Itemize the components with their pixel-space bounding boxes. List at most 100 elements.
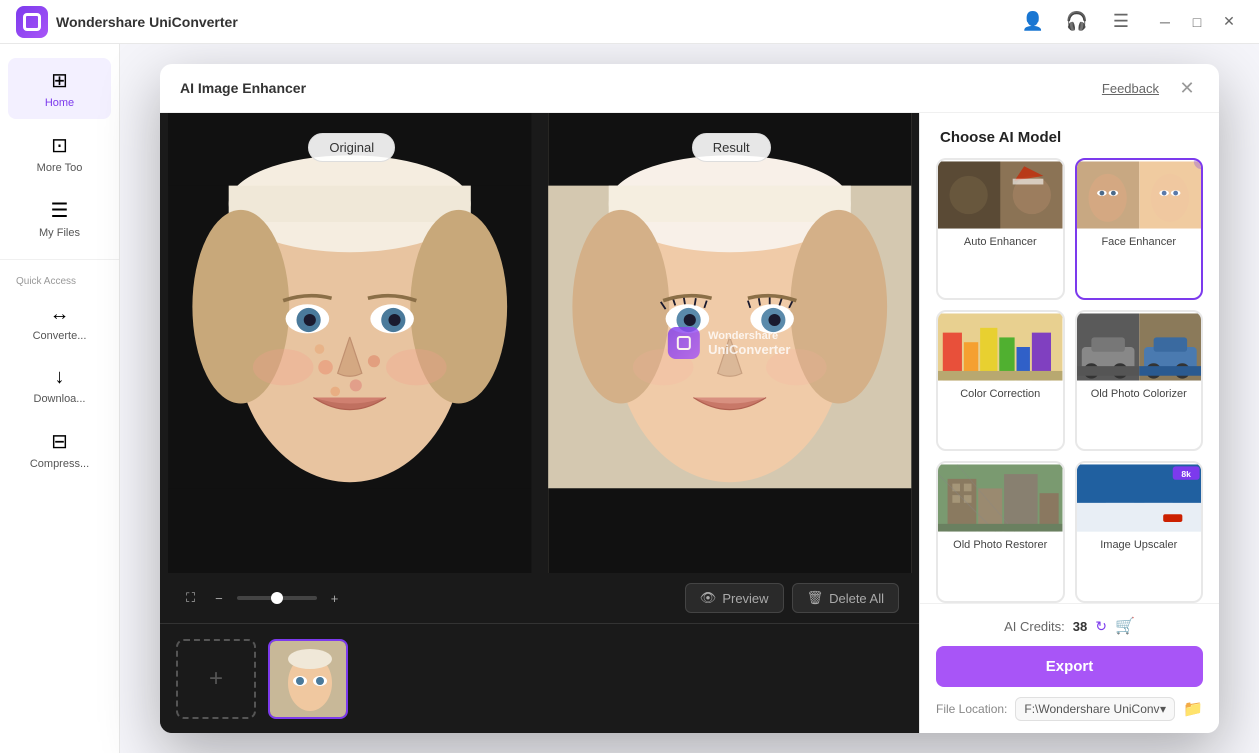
zoom-in-button[interactable]: + xyxy=(325,585,345,612)
modal-body: Original Result xyxy=(160,113,1219,733)
model-card-old-photo-colorizer[interactable]: Old Photo Colorizer xyxy=(1075,310,1204,452)
browse-folder-button[interactable]: 📁 xyxy=(1183,699,1203,719)
old-photo-colorizer-svg xyxy=(1077,312,1202,382)
image-upscaler-label: Image Upscaler xyxy=(1077,533,1202,557)
converter-icon: ↔ xyxy=(50,303,70,326)
feedback-link[interactable]: Feedback xyxy=(1102,81,1159,96)
delete-icon: 🗑 xyxy=(807,590,824,606)
face-enhancer-svg xyxy=(1077,160,1202,230)
add-image-button[interactable]: + xyxy=(176,639,256,719)
sidebar-item-home[interactable]: ⊞ Home xyxy=(8,58,111,119)
app-logo-icon xyxy=(23,13,41,31)
color-correction-thumb xyxy=(938,312,1063,382)
download-icon: ↓ xyxy=(55,366,65,389)
auto-enhancer-thumb xyxy=(938,160,1063,230)
svg-text:8k: 8k xyxy=(1181,469,1191,479)
old-photo-colorizer-label: Old Photo Colorizer xyxy=(1077,382,1202,406)
watermark-brand: Wondershare xyxy=(708,330,790,342)
model-card-old-photo-restorer[interactable]: Old Photo Restorer xyxy=(936,461,1065,603)
panel-footer: AI Credits: 38 ↻ 🛒 Export File Location:… xyxy=(920,603,1219,733)
sidebar-item-my-files[interactable]: ☰ My Files xyxy=(8,188,111,249)
delete-all-label: Delete All xyxy=(829,591,884,606)
original-label: Original xyxy=(308,133,395,162)
maximize-button[interactable]: □ xyxy=(1183,8,1211,36)
zoom-thumb xyxy=(271,592,283,604)
app-name: Wondershare UniConverter xyxy=(56,14,238,30)
thumbnail-face-svg xyxy=(270,641,348,719)
preview-label: Preview xyxy=(722,591,768,606)
preview-button[interactable]: 👁 Preview xyxy=(685,583,784,613)
file-location-select[interactable]: F:\Wondershare UniConv ▾ xyxy=(1015,697,1175,721)
file-location-label: File Location: xyxy=(936,702,1007,716)
model-card-image-upscaler[interactable]: 8k Image Upscaler xyxy=(1075,461,1204,603)
dropdown-chevron-icon: ▾ xyxy=(1160,702,1166,716)
view-controls: 👁 Preview 🗑 Delete All xyxy=(685,583,899,613)
model-card-face-enhancer[interactable]: Face Enhancer xyxy=(1075,158,1204,300)
main-area: AI Image Enhancer Feedback ✕ Original Re… xyxy=(120,44,1259,753)
file-location-value: F:\Wondershare UniConv xyxy=(1024,702,1159,716)
thumbnail-strip: + xyxy=(160,623,919,733)
title-bar-right: 👤 🎧 ☰ ─ □ ✕ xyxy=(1019,8,1243,36)
export-button[interactable]: Export xyxy=(936,646,1203,687)
watermark-logo xyxy=(668,327,700,359)
sidebar: ⊞ Home ⊡ More Too ☰ My Files Quick Acces… xyxy=(0,44,120,753)
sidebar-label-more-tools: More Too xyxy=(37,162,83,174)
old-photo-restorer-label: Old Photo Restorer xyxy=(938,533,1063,557)
quick-access-label: Quick Access xyxy=(0,268,119,291)
modal-actions: Feedback ✕ xyxy=(1102,76,1199,100)
thumbnail-item-1[interactable] xyxy=(268,639,348,719)
sidebar-item-converter[interactable]: ↔ Converte... xyxy=(8,293,111,352)
ai-image-enhancer-modal: AI Image Enhancer Feedback ✕ Original Re… xyxy=(160,64,1219,733)
result-side: Wondershare UniConverter xyxy=(540,113,920,573)
add-icon: + xyxy=(209,665,223,693)
original-side xyxy=(160,113,540,573)
modal-header: AI Image Enhancer Feedback ✕ xyxy=(160,64,1219,113)
menu-icon[interactable]: ☰ xyxy=(1107,8,1135,36)
refresh-credits-button[interactable]: ↻ xyxy=(1095,618,1107,635)
close-button[interactable]: ✕ xyxy=(1215,8,1243,36)
original-face-svg xyxy=(160,113,540,573)
credits-count: 38 xyxy=(1073,619,1087,634)
model-card-auto-enhancer[interactable]: Auto Enhancer xyxy=(936,158,1065,300)
zoom-controls: ⛶ − + xyxy=(180,584,344,612)
auto-enhancer-label: Auto Enhancer xyxy=(938,230,1063,254)
sidebar-label-compress: Compress... xyxy=(30,458,89,470)
home-icon: ⊞ xyxy=(51,68,68,93)
delete-all-button[interactable]: 🗑 Delete All xyxy=(792,583,899,613)
watermark-text: Wondershare UniConverter xyxy=(708,330,790,357)
color-correction-svg xyxy=(938,312,1063,382)
sidebar-item-download[interactable]: ↓ Downloa... xyxy=(8,356,111,415)
zoom-in-icon: + xyxy=(331,591,339,606)
model-card-color-correction[interactable]: Color Correction xyxy=(936,310,1065,452)
compress-icon: ⊟ xyxy=(51,429,68,454)
color-correction-label: Color Correction xyxy=(938,382,1063,406)
old-photo-colorizer-thumb xyxy=(1077,312,1202,382)
fit-button[interactable]: ⛶ xyxy=(180,584,201,612)
ai-models-grid: Auto Enhancer xyxy=(920,158,1219,603)
zoom-slider[interactable] xyxy=(237,596,317,600)
file-location-row: File Location: F:\Wondershare UniConv ▾ … xyxy=(936,697,1203,721)
sidebar-item-more-tools[interactable]: ⊡ More Too xyxy=(8,123,111,184)
watermark: Wondershare UniConverter xyxy=(668,327,790,359)
sidebar-label-home: Home xyxy=(45,97,74,109)
minimize-button[interactable]: ─ xyxy=(1151,8,1179,36)
modal-close-button[interactable]: ✕ xyxy=(1175,76,1199,100)
sidebar-item-compress[interactable]: ⊟ Compress... xyxy=(8,419,111,480)
cart-icon[interactable]: 🛒 xyxy=(1115,616,1135,636)
image-area: Original Result xyxy=(160,113,919,733)
preview-eye-icon: 👁 xyxy=(700,590,717,606)
headphone-icon[interactable]: 🎧 xyxy=(1063,8,1091,36)
credits-label: AI Credits: xyxy=(1004,619,1065,634)
user-icon[interactable]: 👤 xyxy=(1019,8,1047,36)
zoom-out-icon: − xyxy=(215,591,223,606)
watermark-product: UniConverter xyxy=(708,342,790,357)
sidebar-label-converter: Converte... xyxy=(33,330,87,342)
my-files-icon: ☰ xyxy=(51,198,69,223)
title-bar-left: Wondershare UniConverter xyxy=(16,6,238,38)
image-upscaler-thumb: 8k xyxy=(1077,463,1202,533)
auto-enhancer-svg xyxy=(938,160,1063,230)
sidebar-label-my-files: My Files xyxy=(39,227,80,239)
compare-images: Wondershare UniConverter xyxy=(160,113,919,573)
face-enhancer-thumb xyxy=(1077,160,1202,230)
zoom-out-button[interactable]: − xyxy=(209,585,229,612)
